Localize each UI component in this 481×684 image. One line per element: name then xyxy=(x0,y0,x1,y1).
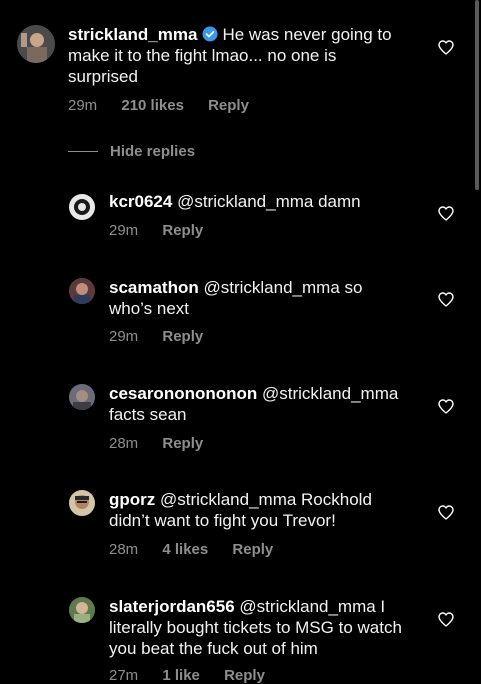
verified-badge-icon xyxy=(202,26,218,42)
reply-meta: 27m 1 like Reply xyxy=(109,667,265,684)
reply-text-block: gporz @strickland_mma Rockhold didn’t wa… xyxy=(109,489,409,531)
reply-time: 28m xyxy=(109,435,139,452)
reply-time: 27m xyxy=(109,667,139,684)
heart-icon[interactable] xyxy=(438,399,454,414)
reply-text: @strickland_mma damn xyxy=(177,192,361,211)
reply-button[interactable]: Reply xyxy=(232,541,273,558)
reply-username[interactable]: kcr0624 xyxy=(109,192,172,211)
reply-button[interactable]: Reply xyxy=(162,222,203,239)
hide-replies-button[interactable]: Hide replies xyxy=(68,143,195,160)
avatar-image xyxy=(69,278,95,304)
heart-icon[interactable] xyxy=(438,292,454,307)
avatar[interactable] xyxy=(69,278,95,304)
avatar-image xyxy=(69,490,95,516)
reply-time: 28m xyxy=(109,541,139,558)
reply-meta: 28m Reply xyxy=(109,435,203,452)
avatar[interactable] xyxy=(69,194,95,220)
heart-icon[interactable] xyxy=(438,206,454,221)
avatar-image xyxy=(69,194,95,220)
reply-likes[interactable]: 1 like xyxy=(162,667,200,684)
avatar-image xyxy=(69,384,95,410)
avatar[interactable] xyxy=(69,384,95,410)
heart-icon[interactable] xyxy=(438,505,454,520)
heart-icon[interactable] xyxy=(438,40,454,55)
reply-button[interactable]: Reply xyxy=(208,97,249,114)
hide-replies-divider xyxy=(68,151,98,152)
reply-username[interactable]: gporz xyxy=(109,490,155,509)
avatar[interactable] xyxy=(69,597,95,623)
comment-text-block: strickland_mma He was never going to make… xyxy=(68,24,408,87)
scrollbar[interactable] xyxy=(475,0,479,190)
avatar-image xyxy=(69,597,95,623)
reply-username[interactable]: scamathon xyxy=(109,278,199,297)
reply-meta: 28m 4 likes Reply xyxy=(109,541,273,558)
comment-likes[interactable]: 210 likes xyxy=(121,97,184,114)
reply-text-block: scamathon @strickland_mma so who’s next xyxy=(109,277,409,319)
reply-meta: 29m Reply xyxy=(109,222,203,239)
avatar[interactable] xyxy=(69,490,95,516)
reply-button[interactable]: Reply xyxy=(224,667,265,684)
reply-username[interactable]: slaterjordan656 xyxy=(109,597,235,616)
comment-time: 29m xyxy=(68,97,98,114)
reply-likes[interactable]: 4 likes xyxy=(162,541,208,558)
reply-text-block: cesarononononon @strickland_mma facts se… xyxy=(109,383,409,425)
heart-icon[interactable] xyxy=(438,612,454,627)
reply-text-block: slaterjordan656 @strickland_mma I litera… xyxy=(109,596,409,659)
reply-meta: 29m Reply xyxy=(109,328,203,345)
reply-text-block: kcr0624 @strickland_mma damn xyxy=(109,191,409,212)
comment-username[interactable]: strickland_mma xyxy=(68,25,197,44)
reply-username[interactable]: cesarononononon xyxy=(109,384,257,403)
hide-replies-label: Hide replies xyxy=(110,143,196,160)
avatar[interactable] xyxy=(17,25,55,63)
reply-time: 29m xyxy=(109,328,139,345)
reply-button[interactable]: Reply xyxy=(162,328,203,345)
comment-meta: 29m 210 likes Reply xyxy=(68,97,249,114)
avatar-image xyxy=(17,25,55,63)
reply-button[interactable]: Reply xyxy=(162,435,203,452)
reply-time: 29m xyxy=(109,222,139,239)
